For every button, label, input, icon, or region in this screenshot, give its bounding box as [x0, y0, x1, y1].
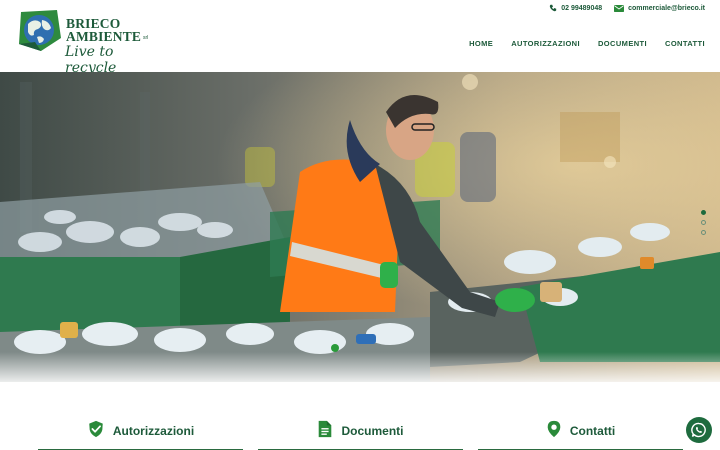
phone-number: 02 99489048 — [561, 4, 603, 12]
nav-autorizzazioni[interactable]: AUTORIZZAZIONI — [511, 39, 580, 48]
contact-bar: 02 99489048 commerciale@brieco.it — [549, 3, 705, 13]
envelope-icon — [614, 4, 625, 12]
nav-contatti[interactable]: CONTATTI — [665, 39, 705, 48]
card-label: Autorizzazioni — [112, 424, 195, 438]
phone-link[interactable]: 02 99489048 — [549, 4, 602, 12]
slide-dot-1[interactable] — [701, 210, 706, 215]
quick-links: Autorizzazioni Documenti Contatti — [38, 418, 683, 450]
slide-dot-3[interactable] — [701, 230, 706, 235]
email-link[interactable]: commerciale@brieco.it — [614, 4, 705, 12]
email-address: commerciale@brieco.it — [628, 4, 705, 12]
phone-icon — [550, 4, 557, 12]
whatsapp-button[interactable] — [686, 417, 712, 443]
brand-name-line2: AMBIENTE — [66, 29, 142, 44]
document-icon — [319, 420, 332, 438]
brand-suffix: srl — [143, 35, 149, 41]
site-header: BRIECO AMBIENTE srl Live to recycle 02 9… — [0, 0, 720, 76]
nav-documenti[interactable]: DOCUMENTI — [598, 39, 647, 48]
card-label: Contatti — [569, 424, 616, 438]
globe-logo-icon — [19, 10, 61, 51]
whatsapp-icon — [691, 422, 706, 438]
hero-banner — [0, 72, 720, 382]
card-label: Documenti — [341, 424, 404, 438]
main-nav: HOME AUTORIZZAZIONI DOCUMENTI CONTATTI — [469, 39, 705, 48]
nav-home[interactable]: HOME — [469, 39, 493, 48]
hero-recycling-worker-image — [0, 72, 720, 382]
card-contatti[interactable]: Contatti — [478, 418, 683, 450]
slider-dots — [701, 210, 706, 235]
slide-dot-2[interactable] — [701, 220, 706, 225]
shield-check-icon — [89, 420, 103, 438]
map-pin-icon — [547, 420, 561, 438]
card-documenti[interactable]: Documenti — [258, 418, 463, 450]
card-autorizzazioni[interactable]: Autorizzazioni — [38, 418, 243, 450]
brand-logo[interactable]: BRIECO AMBIENTE srl Live to recycle — [15, 8, 155, 76]
